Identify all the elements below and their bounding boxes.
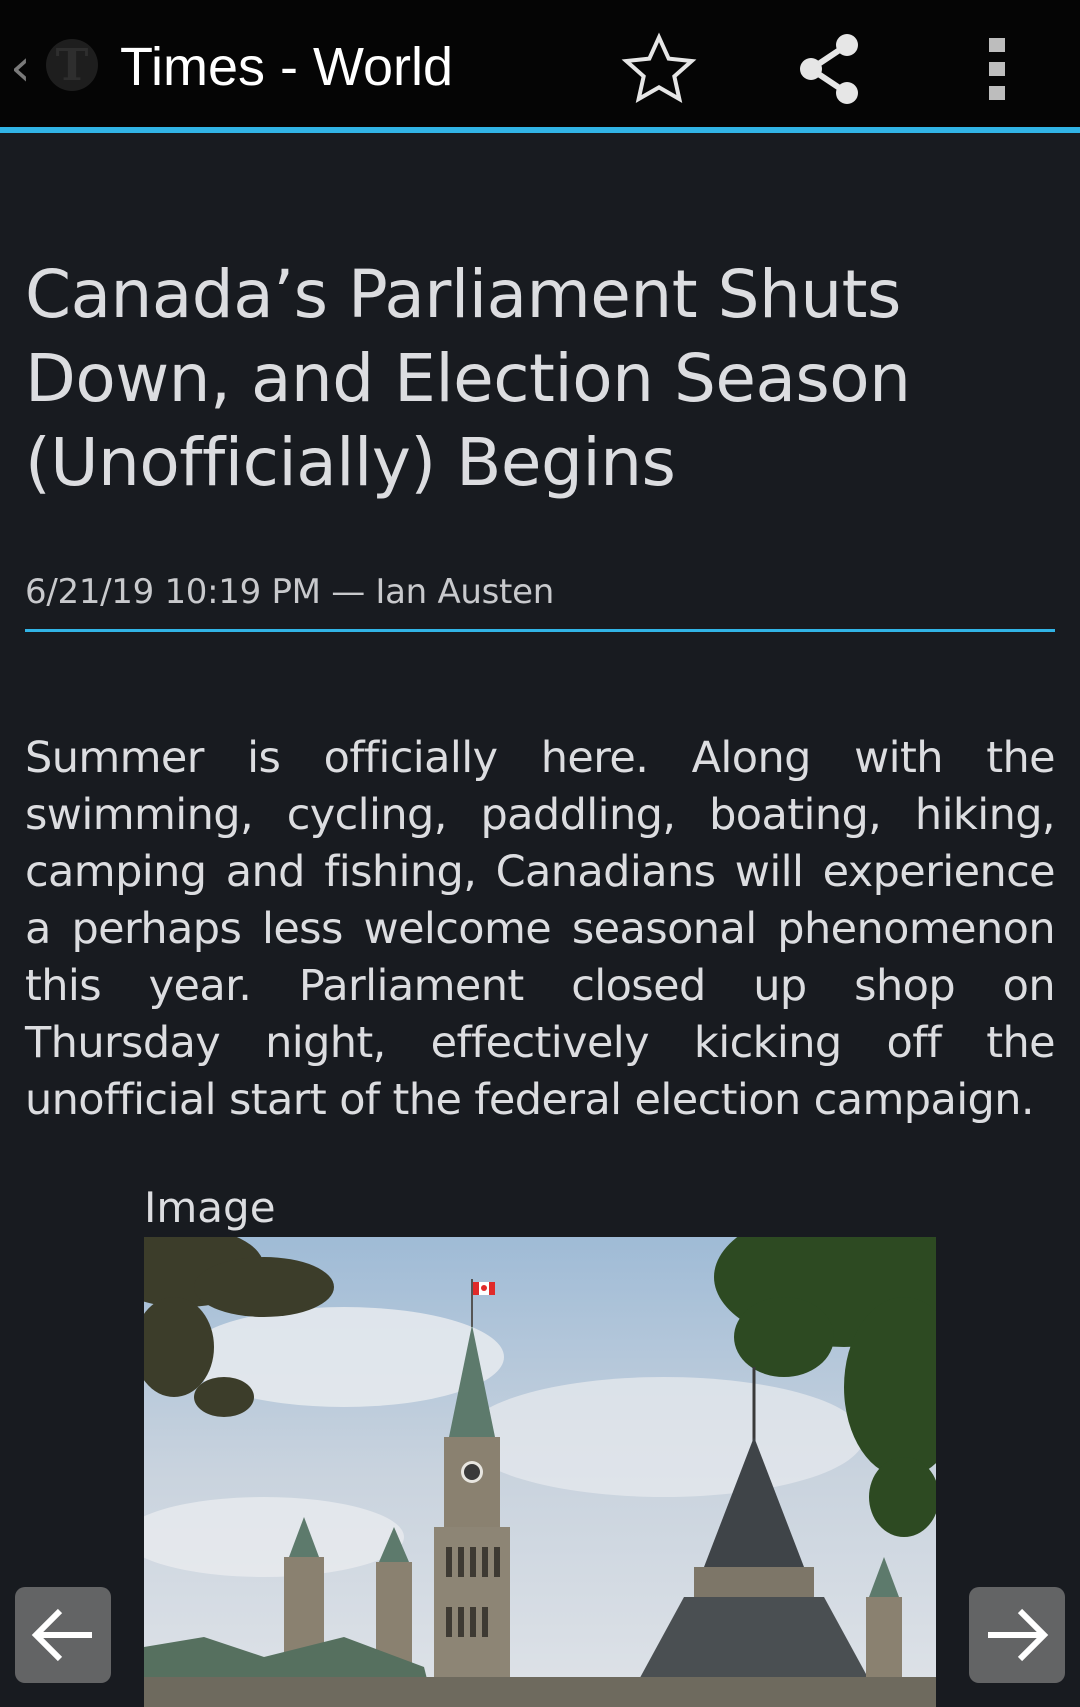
article-body: Summer is officially here. Along with th… [25, 733, 1056, 1125]
share-icon [800, 34, 858, 104]
chevron-left-icon[interactable]: ‹ [10, 38, 40, 98]
overflow-menu-icon [989, 38, 1005, 100]
app-title: Times - World [120, 37, 454, 97]
favorite-button[interactable] [614, 24, 704, 114]
svg-text:T: T [56, 40, 89, 91]
parliament-photo[interactable] [144, 1237, 936, 1707]
next-article-button[interactable] [969, 1587, 1065, 1683]
article-byline: 6/21/19 10:19 PM — Ian Austen [25, 567, 1055, 632]
share-button[interactable] [784, 24, 874, 114]
arrow-left-icon [31, 1608, 92, 1662]
nyt-logo-icon[interactable]: T [44, 30, 100, 100]
overflow-menu-button[interactable] [952, 24, 1042, 114]
star-icon [621, 32, 697, 103]
previous-article-button[interactable] [15, 1587, 111, 1683]
article-headline: Canada’s Parliament Shuts Down, and Elec… [25, 256, 911, 501]
app-toolbar: ‹ T Times - World [0, 0, 1080, 133]
arrow-right-icon [988, 1608, 1049, 1662]
article-image-block: Image [144, 1180, 936, 1707]
image-label: Image [144, 1183, 276, 1232]
